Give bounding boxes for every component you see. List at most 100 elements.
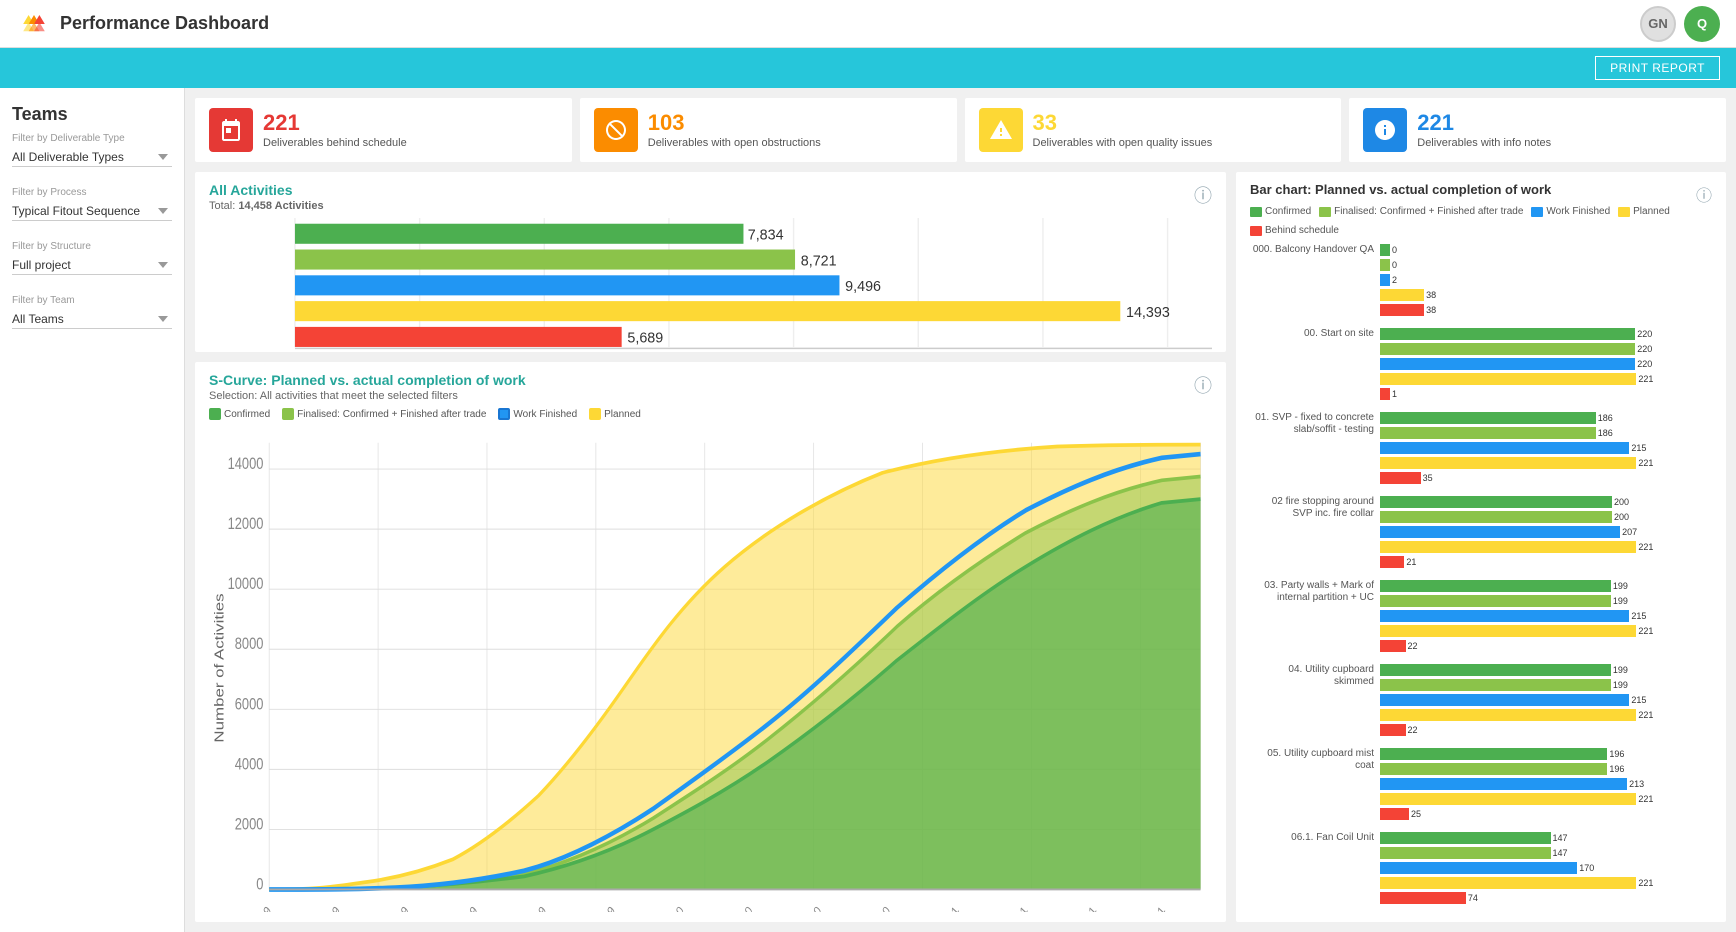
bar-row-behind-4: 22 xyxy=(1380,640,1712,652)
s-curve-info-icon[interactable]: ⓘ xyxy=(1194,372,1212,398)
svg-text:11/03/2021: 11/03/2021 xyxy=(993,904,1030,912)
bar-val-behind-7: 74 xyxy=(1468,893,1478,903)
bar-group-0: 000. Balcony Handover QA0023838 xyxy=(1250,244,1712,318)
bar-fill-7-3 xyxy=(1380,877,1636,889)
logo: Performance Dashboard xyxy=(16,6,269,42)
bar-fill-behind-2 xyxy=(1380,472,1421,484)
kpi-info-3: 33 Deliverables with open quality issues xyxy=(1033,110,1213,150)
kpi-icon-calendar xyxy=(209,108,253,152)
bar-row-0-1: 0 xyxy=(1380,259,1712,271)
bar-fill-behind-3 xyxy=(1380,556,1404,568)
bar-row-2-0: 186 xyxy=(1380,412,1712,424)
legend-planned: Planned xyxy=(589,408,641,420)
bar-val-6-1: 196 xyxy=(1609,764,1624,774)
svg-text:8,721: 8,721 xyxy=(801,253,837,269)
filter-process: Filter by Process Typical Fitout Sequenc… xyxy=(12,187,172,221)
svg-text:08/06/2020: 08/06/2020 xyxy=(786,903,824,912)
bar-val-1-1: 220 xyxy=(1637,344,1652,354)
bar-val-2-2: 215 xyxy=(1631,443,1646,453)
warning-icon xyxy=(989,118,1013,142)
svg-text:09/09/2019: 09/09/2019 xyxy=(511,904,549,912)
print-report-button[interactable]: PRINT REPORT xyxy=(1595,56,1720,80)
bar-val-4-2: 215 xyxy=(1631,611,1646,621)
bar-val-0-3: 38 xyxy=(1426,290,1436,300)
bar-group-7: 06.1. Fan Coil Unit14714717022174 xyxy=(1250,832,1712,906)
bar-group-label-6: 05. Utility cupboard mist coat xyxy=(1250,748,1380,772)
info-icon xyxy=(1373,118,1397,142)
svg-text:21/09/2020: 21/09/2020 xyxy=(855,903,893,912)
svg-text:12000: 12000 xyxy=(228,514,264,533)
kpi-desc-4: Deliverables with info notes xyxy=(1417,136,1551,150)
filter-team: Filter by Team All Teams xyxy=(12,295,172,329)
logo-icon xyxy=(16,6,52,42)
bar-val-4-0: 199 xyxy=(1613,581,1628,591)
bar-val-7-2: 170 xyxy=(1579,863,1594,873)
bar-fill-0-1 xyxy=(1380,259,1390,271)
all-activities-chart: 7,834 8,721 9,496 14,393 xyxy=(209,218,1212,352)
bar-fill-7-2 xyxy=(1380,862,1577,874)
bar-fill-3-2 xyxy=(1380,526,1620,538)
bar-row-1-2: 220 xyxy=(1380,358,1712,370)
content-area: 221 Deliverables behind schedule 103 Del… xyxy=(185,88,1736,932)
bar-val-5-3: 221 xyxy=(1638,710,1653,720)
bar-row-5-0: 199 xyxy=(1380,664,1712,676)
avatar-green[interactable]: Q xyxy=(1684,6,1720,42)
kpi-desc-2: Deliverables with open obstructions xyxy=(648,136,821,150)
bar-fill-6-2 xyxy=(1380,778,1627,790)
bar-val-behind-5: 22 xyxy=(1408,725,1418,735)
legend-behind-right: Behind schedule xyxy=(1250,225,1339,236)
bar-val-3-0: 200 xyxy=(1614,497,1629,507)
all-activities-title: All Activities xyxy=(209,182,324,198)
bar-val-2-3: 221 xyxy=(1638,458,1653,468)
bar-fill-5-0 xyxy=(1380,664,1611,676)
svg-text:14,393: 14,393 xyxy=(1126,305,1170,321)
all-activities-svg: 7,834 8,721 9,496 14,393 xyxy=(209,218,1212,352)
bar-row-5-3: 221 xyxy=(1380,709,1712,721)
filter-structure-select[interactable]: Full project xyxy=(12,256,172,275)
all-activities-panel: All Activities Total: 14,458 Activities … xyxy=(195,172,1226,352)
kpi-icon-info xyxy=(1363,108,1407,152)
filter-process-select[interactable]: Typical Fitout Sequence xyxy=(12,202,172,221)
filter-team-select[interactable]: All Teams xyxy=(12,310,172,329)
svg-text:10/02/2020: 10/02/2020 xyxy=(648,903,686,912)
kpi-card-quality: 33 Deliverables with open quality issues xyxy=(965,98,1342,162)
block-icon xyxy=(604,118,628,142)
bar-group-4: 03. Party walls + Mark of internal parti… xyxy=(1250,580,1712,654)
right-bar-groups: 000. Balcony Handover QA0023838 00. Start… xyxy=(1250,244,1712,916)
bar-row-7-0: 147 xyxy=(1380,832,1712,844)
page-title: Performance Dashboard xyxy=(60,13,269,34)
bar-row-behind-5: 22 xyxy=(1380,724,1712,736)
bar-row-2-3: 221 xyxy=(1380,457,1712,469)
filter-process-label: Filter by Process xyxy=(12,187,172,198)
kpi-info-1: 221 Deliverables behind schedule xyxy=(263,110,407,150)
kpi-info-2: 103 Deliverables with open obstructions xyxy=(648,110,821,150)
bar-group-label-2: 01. SVP - fixed to concrete slab/soffit … xyxy=(1250,412,1380,436)
bar-row-6-2: 213 xyxy=(1380,778,1712,790)
right-panel: Bar chart: Planned vs. actual completion… xyxy=(1236,172,1726,922)
bar-row-2-2: 215 xyxy=(1380,442,1712,454)
sidebar: Teams Filter by Deliverable Type All Del… xyxy=(0,88,185,932)
legend-work-finished-right: Work Finished xyxy=(1531,206,1610,217)
filter-deliverable-type-select[interactable]: All Deliverable Types xyxy=(12,148,172,167)
right-panel-info-icon[interactable]: ⓘ xyxy=(1696,182,1712,206)
s-curve-chart: 0 2000 4000 6000 8000 10000 12000 14000 xyxy=(209,424,1212,912)
filter-deliverable-type-label: Filter by Deliverable Type xyxy=(12,133,172,144)
bar-group-5: 04. Utility cupboard skimmed199199215221… xyxy=(1250,664,1712,738)
avatar-gn[interactable]: GN xyxy=(1640,6,1676,42)
svg-text:06/04/2020: 06/04/2020 xyxy=(717,903,755,912)
bar-fill-6-0 xyxy=(1380,748,1607,760)
bar-track-5: 19919921522122 xyxy=(1380,664,1712,738)
bar-fill-2-0 xyxy=(1380,412,1596,424)
svg-text:11/11/2019: 11/11/2019 xyxy=(580,904,617,912)
bar-val-7-3: 221 xyxy=(1638,878,1653,888)
svg-text:7,834: 7,834 xyxy=(748,227,784,243)
bar-group-label-5: 04. Utility cupboard skimmed xyxy=(1250,664,1380,688)
bar-val-6-3: 221 xyxy=(1638,794,1653,804)
bar-val-6-2: 213 xyxy=(1629,779,1644,789)
all-activities-info-icon[interactable]: ⓘ xyxy=(1194,182,1212,208)
bar-val-behind-1: 1 xyxy=(1392,389,1397,399)
bar-track-2: 18618621522135 xyxy=(1380,412,1712,486)
header: Performance Dashboard GN Q xyxy=(0,0,1736,48)
bar-group-label-1: 00. Start on site xyxy=(1250,328,1380,340)
svg-text:28/06/2021: 28/06/2021 xyxy=(1130,904,1168,912)
